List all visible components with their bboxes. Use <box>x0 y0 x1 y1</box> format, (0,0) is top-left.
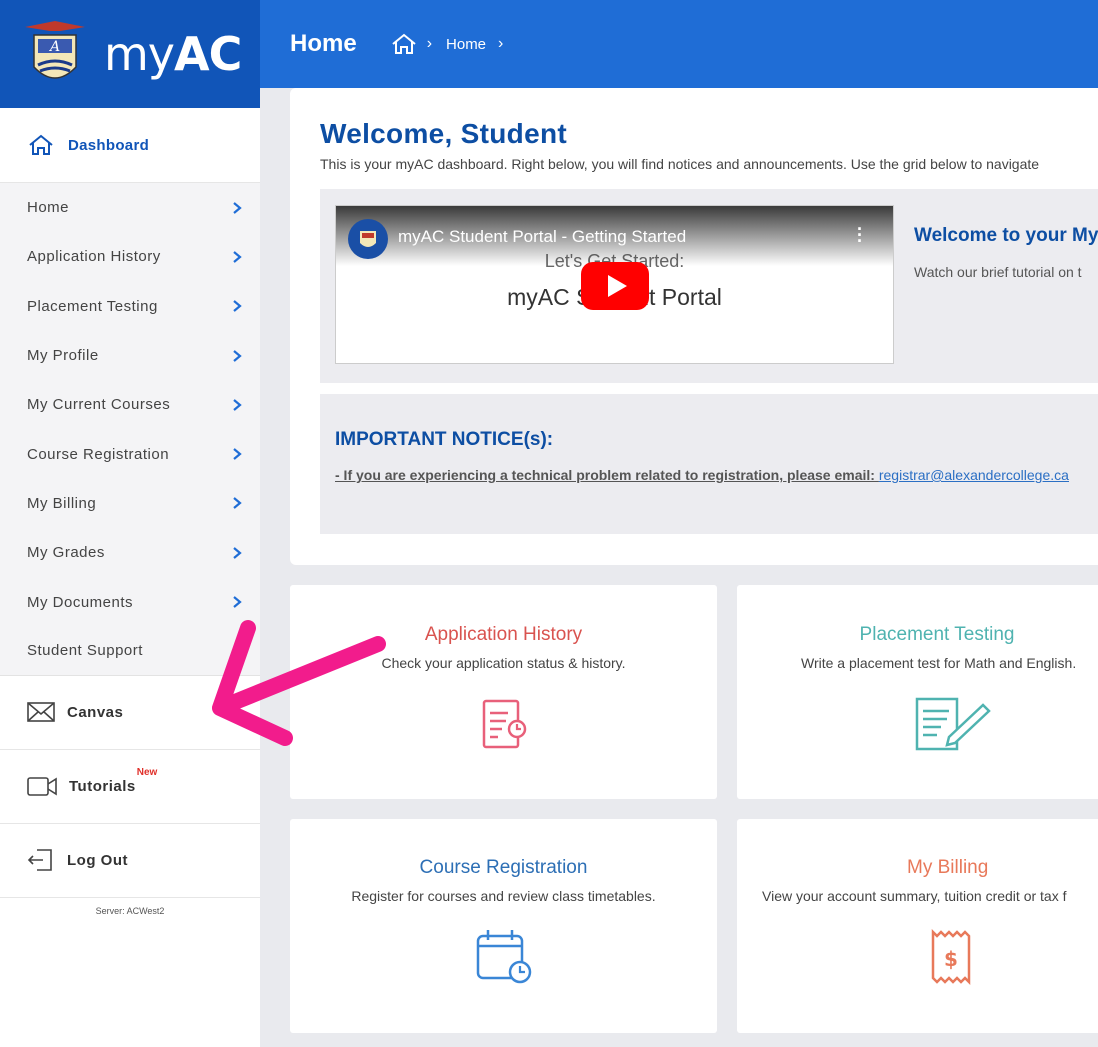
chevron-right-icon <box>233 349 242 362</box>
welcome-heading: Welcome, Student <box>320 118 567 149</box>
sidebar-item-application-history[interactable]: Application History <box>0 232 260 281</box>
chevron-right-icon <box>233 398 242 411</box>
sidebar-item-label: Placement Testing <box>27 297 158 315</box>
card-description: View your account summary, tuition credi… <box>762 888 1067 904</box>
card-description: Write a placement test for Math and Engl… <box>801 655 1077 671</box>
mail-icon <box>27 702 55 722</box>
sidebar-item-my-grades[interactable]: My Grades <box>0 528 260 577</box>
video-section: Let's Get Started: myAC Student Portal m… <box>320 189 1098 383</box>
sidebar-item-label: Home <box>27 199 70 217</box>
channel-avatar[interactable] <box>348 219 388 259</box>
receipt-dollar-icon: $ <box>931 928 971 986</box>
logout-icon <box>27 849 52 871</box>
sidebar-item-label: Dashboard <box>68 136 150 154</box>
sidebar-item-label: Application History <box>27 248 161 266</box>
welcome-subtitle: This is your myAC dashboard. Right below… <box>320 156 1040 172</box>
chevron-right-icon <box>233 251 242 263</box>
notice-title: IMPORTANT NOTICE(s): <box>335 429 554 450</box>
sidebar-item-label: Course Registration <box>27 445 170 463</box>
svg-text:$: $ <box>944 947 958 971</box>
sidebar-item-label: Tutorials <box>69 777 136 795</box>
logo-area[interactable]: A myAC <box>0 0 260 108</box>
sidebar-item-my-profile[interactable]: My Profile <box>0 331 260 380</box>
registrar-email-link[interactable]: registrar@alexandercollege.ca <box>879 467 1069 483</box>
chevron-right-icon <box>233 596 242 608</box>
breadcrumb-separator: › <box>498 35 504 52</box>
sidebar-item-my-billing[interactable]: My Billing <box>0 479 260 528</box>
welcome-panel: Welcome, Student This is your myAC dashb… <box>290 88 1098 565</box>
sidebar-item-placement-testing[interactable]: Placement Testing <box>0 282 260 331</box>
pencil-paper-icon <box>915 697 991 751</box>
new-badge: New <box>136 766 158 778</box>
college-crest-icon <box>360 231 376 247</box>
play-button[interactable] <box>581 262 649 310</box>
page-title: Home <box>290 30 357 57</box>
notice-text: - If you are experiencing a technical pr… <box>335 467 1098 483</box>
chevron-right-icon <box>233 546 242 559</box>
sidebar-item-label: Log Out <box>67 851 128 869</box>
card-placement-testing[interactable]: Placement Testing Write a placement test… <box>737 585 1098 799</box>
sidebar-item-label: My Profile <box>27 347 99 365</box>
video-title[interactable]: myAC Student Portal - Getting Started <box>398 227 686 247</box>
notice-message: - If you are experiencing a technical pr… <box>335 467 879 483</box>
sidebar-item-label: Canvas <box>67 703 124 721</box>
card-my-billing[interactable]: My Billing View your account summary, tu… <box>737 819 1098 1033</box>
sidebar: A myAC Dashboard Home Application Histor… <box>0 0 260 1047</box>
college-crest-logo: A <box>25 21 85 79</box>
sidebar-item-course-registration[interactable]: Course Registration <box>0 429 260 478</box>
more-options-icon[interactable]: · · · <box>857 220 863 250</box>
sidebar-item-label: Student Support <box>27 642 143 660</box>
card-title: My Billing <box>907 857 989 878</box>
chevron-right-icon <box>233 201 242 214</box>
video-side-title: Welcome to your MyA <box>914 225 1098 246</box>
chevron-right-icon <box>233 497 242 510</box>
sidebar-item-label: My Current Courses <box>27 396 171 414</box>
home-icon <box>29 134 53 155</box>
card-description: Register for courses and review class ti… <box>351 888 656 904</box>
sidebar-item-logout[interactable]: Log Out <box>0 823 260 898</box>
breadcrumb-separator: › <box>426 35 433 52</box>
sidebar-item-label: My Billing <box>27 494 97 512</box>
home-icon[interactable] <box>391 33 417 55</box>
sidebar-item-canvas[interactable]: Canvas <box>0 675 260 750</box>
sidebar-item-student-support[interactable]: Student Support <box>0 627 260 676</box>
sidebar-item-my-documents[interactable]: My Documents <box>0 577 260 626</box>
top-bar: Home › Home › <box>260 0 1098 88</box>
server-label: Server: ACWest2 <box>95 905 165 916</box>
document-clock-icon <box>482 699 526 749</box>
card-description: Check your application status & history. <box>381 655 626 671</box>
card-title: Application History <box>424 624 583 645</box>
calendar-clock-icon <box>476 930 531 984</box>
video-camera-icon <box>27 777 57 796</box>
sidebar-item-my-current-courses[interactable]: My Current Courses <box>0 380 260 429</box>
chevron-right-icon <box>233 300 242 313</box>
breadcrumb-item-home[interactable]: Home <box>446 36 486 53</box>
video-player[interactable]: Let's Get Started: myAC Student Portal m… <box>335 205 894 364</box>
notice-section: IMPORTANT NOTICE(s): - If you are experi… <box>320 394 1098 534</box>
card-course-registration[interactable]: Course Registration Register for courses… <box>290 819 717 1033</box>
svg-text:A: A <box>48 39 60 55</box>
sidebar-item-dashboard[interactable]: Dashboard <box>0 108 260 183</box>
sidebar-item-label: My Documents <box>27 593 134 611</box>
chevron-right-icon <box>233 448 242 460</box>
breadcrumb: › Home › <box>391 33 518 55</box>
card-title: Placement Testing <box>859 624 1015 645</box>
sidebar-item-tutorials[interactable]: Tutorials New <box>0 749 260 824</box>
sidebar-menu: Home Application History Placement Testi… <box>0 183 260 676</box>
video-side-text: Watch our brief tutorial on t <box>914 264 1082 280</box>
brand-name: myAC <box>104 27 242 81</box>
sidebar-item-label: My Grades <box>27 544 105 562</box>
card-application-history[interactable]: Application History Check your applicati… <box>290 585 717 799</box>
sidebar-item-home[interactable]: Home <box>0 183 260 232</box>
card-title: Course Registration <box>419 857 588 878</box>
